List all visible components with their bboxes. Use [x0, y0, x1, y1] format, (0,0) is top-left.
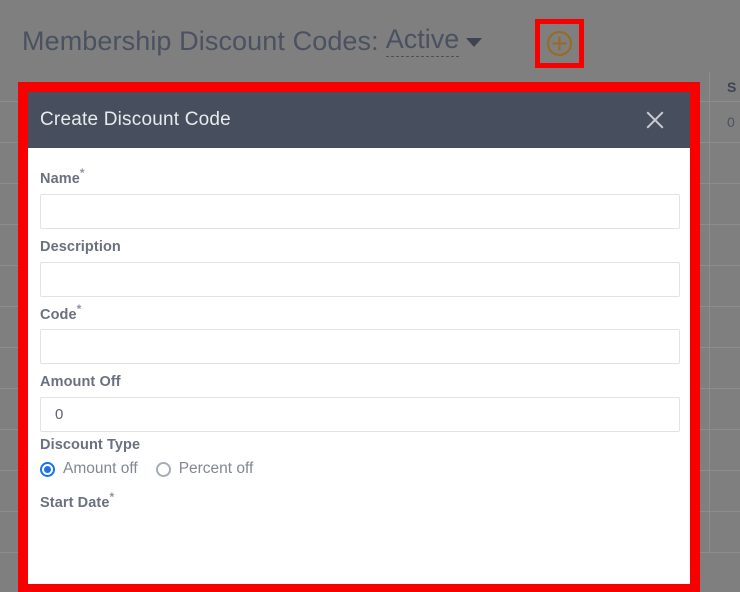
amount-off-input[interactable]: [40, 397, 680, 433]
modal-body: Name* Description Code* Amount Off 0 Dis…: [28, 148, 690, 511]
page-title: Membership Discount Codes:: [22, 25, 379, 56]
name-input[interactable]: [40, 193, 680, 229]
description-label: Description: [40, 234, 678, 255]
name-label-text: Name: [40, 170, 80, 187]
required-asterisk: *: [76, 301, 82, 316]
field-group-amount-off: Amount Off: [40, 369, 680, 433]
field-group-discount-type: Discount Type Amount off Percent off: [40, 437, 678, 478]
field-group-description: Description: [40, 234, 680, 297]
column-divider: [709, 225, 710, 265]
column-divider: [709, 72, 710, 101]
name-label: Name*: [40, 166, 678, 187]
code-label-text: Code: [40, 306, 77, 323]
column-divider: [709, 348, 710, 388]
column-divider: [709, 512, 710, 552]
modal-title: Create Discount Code: [40, 109, 231, 130]
column-divider: [709, 307, 710, 347]
discount-type-radio-group: Amount off Percent off: [40, 460, 678, 478]
column-divider: [709, 471, 710, 511]
add-discount-code-button[interactable]: [546, 30, 573, 57]
code-input[interactable]: [40, 329, 680, 365]
chevron-down-icon: [466, 37, 483, 47]
table-cell: 0: [727, 114, 735, 130]
status-filter-dropdown[interactable]: Active: [385, 25, 483, 57]
field-group-code: Code*: [40, 302, 680, 365]
description-label-text: Description: [40, 238, 121, 255]
start-date-label: Start Date*: [40, 490, 678, 511]
column-divider: [709, 184, 710, 224]
start-date-label-text: Start Date: [40, 495, 110, 512]
required-asterisk: *: [79, 166, 85, 180]
field-group-start-date: Start Date*: [40, 490, 678, 511]
column-divider: [709, 143, 710, 183]
close-icon[interactable]: [642, 107, 668, 133]
radio-percent-off[interactable]: Percent off: [155, 460, 254, 478]
modal-header: Create Discount Code: [28, 92, 690, 148]
column-divider: [709, 102, 710, 142]
description-input[interactable]: [40, 261, 680, 297]
plus-circle-icon: [547, 31, 572, 56]
column-divider: [709, 389, 710, 429]
radio-unselected-icon: [155, 461, 171, 477]
radio-selected-icon: [40, 461, 55, 477]
discount-type-label: Discount Type: [40, 437, 678, 453]
radio-amount-off[interactable]: Amount off: [40, 460, 138, 478]
create-discount-code-modal: Create Discount Code Name* Description C…: [28, 92, 690, 584]
status-filter-value: Active: [385, 25, 460, 57]
amount-off-label: Amount Off: [40, 369, 678, 390]
amount-off-label-text: Amount Off: [40, 374, 121, 391]
discount-type-label-text: Discount Type: [40, 437, 141, 454]
table-header-cell: S: [727, 78, 737, 95]
page-header: Membership Discount Codes: Active: [22, 18, 483, 64]
column-divider: [709, 430, 710, 470]
radio-amount-off-label: Amount off: [63, 460, 138, 478]
radio-percent-off-label: Percent off: [178, 460, 254, 478]
required-asterisk: *: [109, 490, 115, 505]
column-divider: [709, 266, 710, 306]
code-label: Code*: [40, 302, 678, 323]
field-group-name: Name*: [40, 166, 680, 229]
